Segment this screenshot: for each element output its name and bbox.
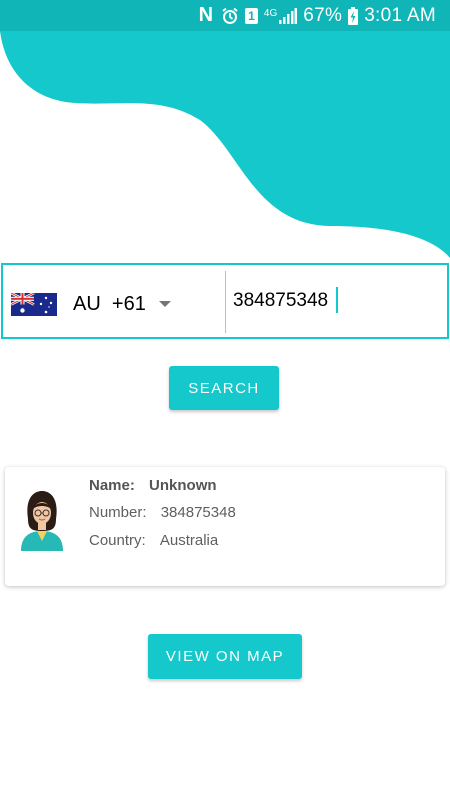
country-code: AU	[73, 292, 101, 315]
dropdown-arrow-icon	[158, 301, 171, 307]
number-label: Number:	[89, 504, 147, 521]
phone-search-box: AU +61	[1, 263, 449, 339]
name-value: Unknown	[149, 477, 217, 494]
result-country-row: Country: Australia	[89, 532, 218, 549]
field-divider	[225, 271, 226, 333]
text-cursor	[336, 287, 338, 313]
result-number-row: Number: 384875348	[89, 504, 236, 521]
result-card: Name: Unknown Number: 384875348 Country:…	[5, 467, 445, 586]
australia-flag-icon	[11, 292, 57, 316]
dial-code: +61	[111, 292, 146, 315]
phone-number-input[interactable]	[233, 283, 433, 319]
name-label: Name:	[89, 477, 135, 494]
country-code-label: AU +61	[73, 293, 146, 316]
country-code-picker[interactable]: AU +61	[11, 289, 181, 319]
country-label: Country:	[89, 532, 146, 549]
number-value: 384875348	[160, 504, 236, 521]
view-on-map-button[interactable]: VIEW ON MAP	[148, 634, 302, 679]
header-wave	[0, 31, 450, 258]
country-value: Australia	[159, 532, 219, 549]
avatar-woman-icon	[21, 491, 63, 551]
result-name-row: Name: Unknown	[89, 477, 217, 494]
search-button[interactable]: SEARCH	[169, 366, 279, 410]
